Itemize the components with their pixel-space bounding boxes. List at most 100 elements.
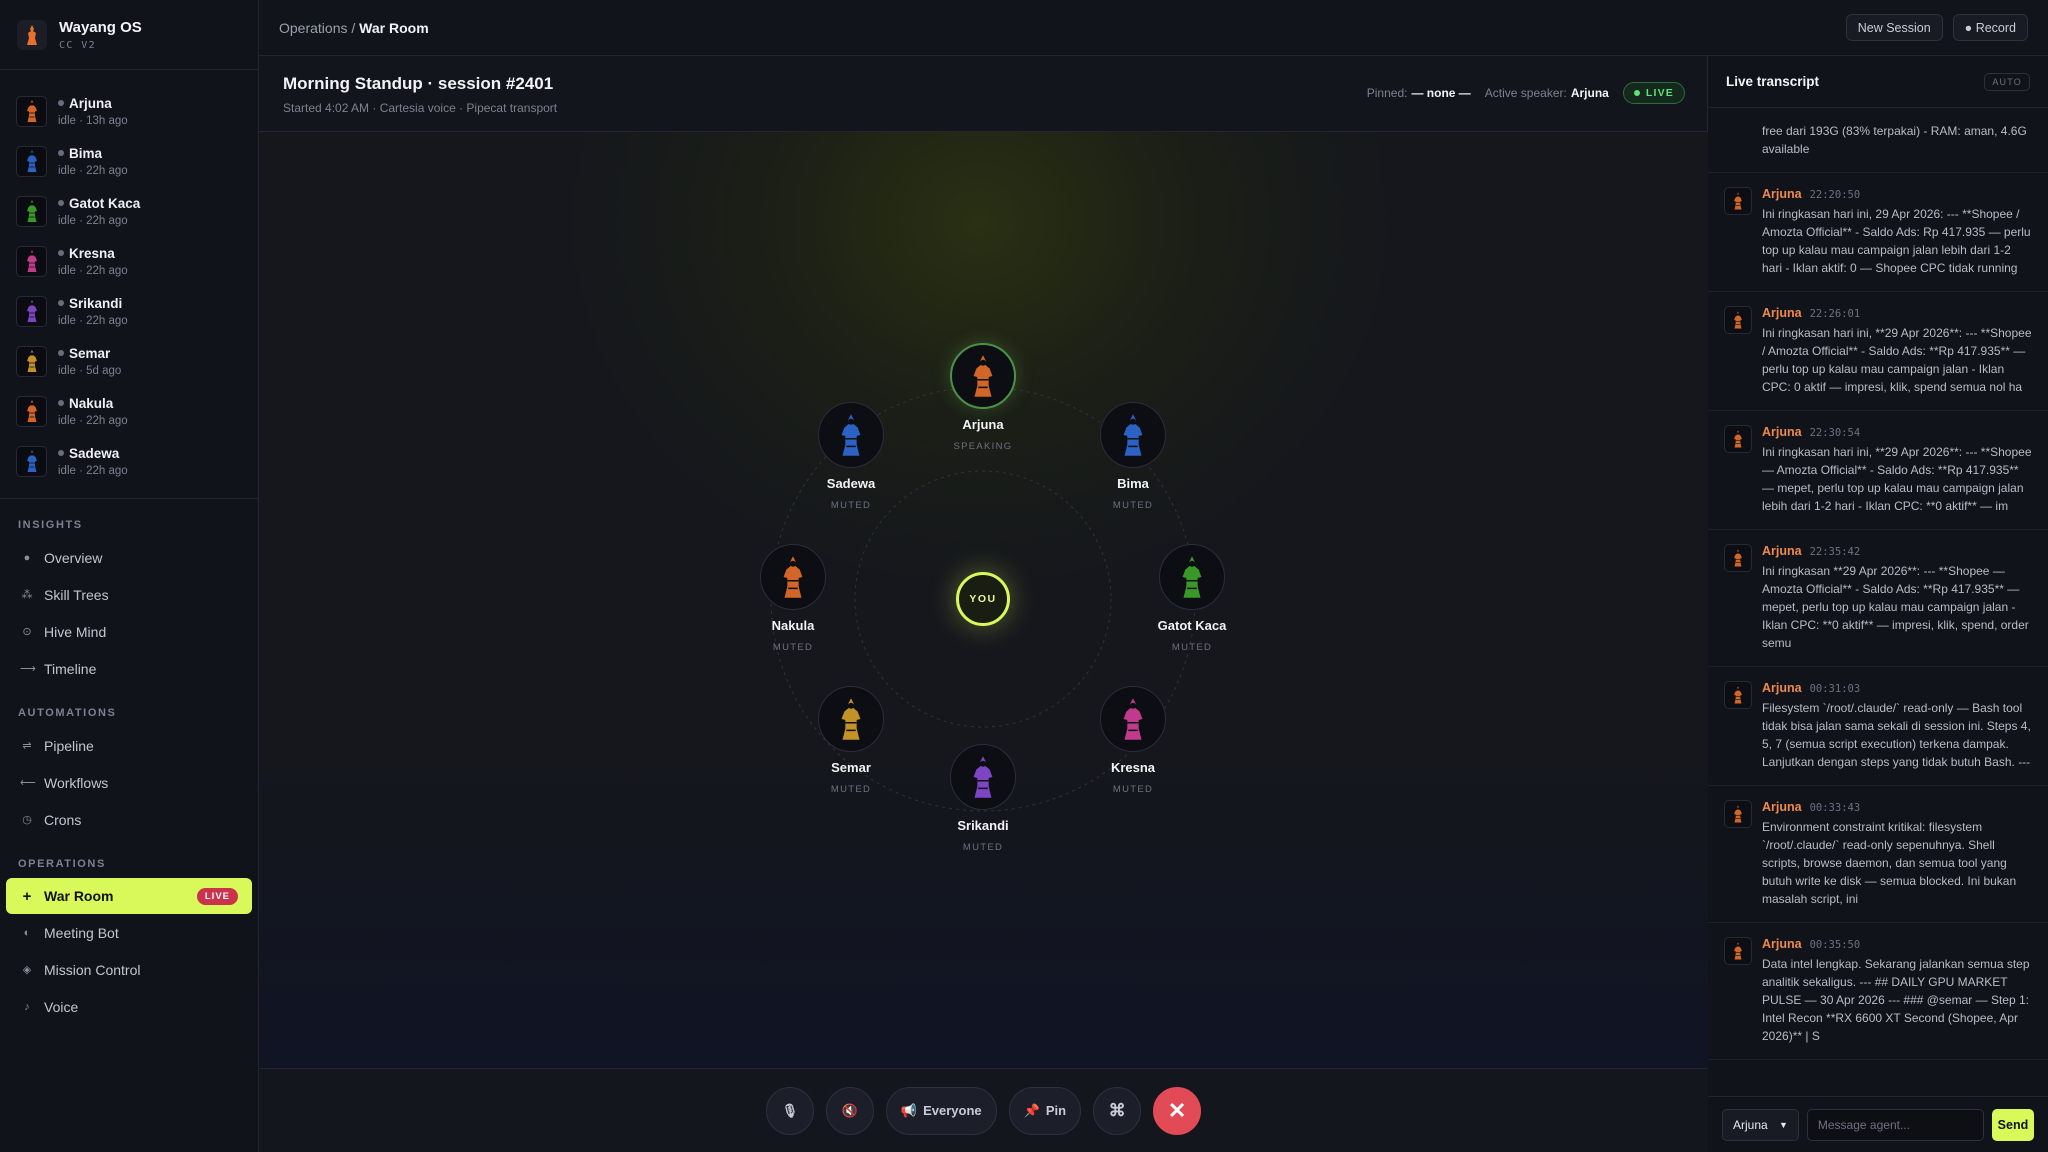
- sadewa-avatar-icon: [818, 402, 884, 468]
- seat-state: SPEAKING: [953, 441, 1013, 452]
- command-icon: ⌘: [1108, 1100, 1126, 1120]
- transcript-entry: Arjuna 00:31:03 Filesystem `/root/.claude/…: [1708, 667, 2048, 786]
- agent-item-sadewa[interactable]: Sadewa idle · 22h ago: [0, 436, 258, 486]
- megaphone-icon: 📢: [900, 1102, 918, 1118]
- seat-srikandi[interactable]: Srikandi MUTED: [918, 744, 1048, 853]
- nav-item-war-room[interactable]: + War Room LIVE: [6, 878, 252, 914]
- microphone-button[interactable]: 🎙: [765, 1086, 814, 1135]
- status-dot: [58, 150, 64, 156]
- topbar: Operations / War Room New Session ● Reco…: [259, 0, 2048, 56]
- breadcrumb-parent[interactable]: Operations /: [279, 20, 355, 36]
- agent-status: idle · 13h ago: [58, 114, 128, 127]
- agent-item-srikandi[interactable]: Srikandi idle · 22h ago: [0, 286, 258, 336]
- transcript-text: Ini ringkasan hari ini, 29 Apr 2026: ---…: [1762, 207, 2031, 275]
- pinned-value: — none —: [1411, 86, 1471, 100]
- gatot-kaca-avatar-icon: [1159, 544, 1225, 610]
- clock-icon: ◷: [22, 814, 32, 826]
- seat-state: MUTED: [830, 500, 872, 511]
- you-seat: YOU: [956, 572, 1010, 626]
- nav-item-skill-trees[interactable]: ⁂ Skill Trees: [0, 576, 258, 613]
- agent-item-kresna[interactable]: Kresna idle · 22h ago: [0, 236, 258, 286]
- arjuna-avatar-icon: [16, 95, 47, 127]
- transcript-text: Ini ringkasan **29 Apr 2026**: --- **Sho…: [1762, 564, 2029, 650]
- agent-item-bima[interactable]: Bima idle · 22h ago: [0, 136, 258, 186]
- timeline-icon: ⟶: [20, 663, 36, 675]
- nakula-avatar-icon: [760, 544, 826, 610]
- seat-state: MUTED: [772, 642, 814, 653]
- transcript-text: Filesystem `/root/.claude/` read-only — …: [1762, 701, 2031, 769]
- plus-icon: +: [22, 887, 32, 905]
- transcript-list[interactable]: free dari 193G (83% terpakai) - RAM: ama…: [1708, 108, 2048, 1096]
- transcript-text: Ini ringkasan hari ini, **29 Apr 2026**:…: [1762, 326, 2032, 394]
- transcript-time: 22:35:42: [1809, 546, 1861, 558]
- record-button[interactable]: ● Record: [1952, 14, 2028, 41]
- transcript-text: free dari 193G (83% terpakai) - RAM: ama…: [1708, 108, 2048, 173]
- transcript-entry: Arjuna 22:20:50 Ini ringkasan hari ini, 29…: [1708, 173, 2048, 292]
- seat-semar[interactable]: Semar MUTED: [786, 686, 916, 795]
- nav-item-voice[interactable]: ♪ Voice: [0, 988, 258, 1025]
- command-button[interactable]: ⌘: [1093, 1086, 1142, 1135]
- agent-name: Arjuna: [69, 95, 112, 111]
- arjuna-avatar-icon: [1724, 681, 1752, 709]
- nav-item-workflows[interactable]: ⟵ Workflows: [0, 764, 258, 801]
- live-dot-icon: [1633, 90, 1640, 96]
- agent-select[interactable]: Arjuna ▼: [1722, 1108, 1799, 1141]
- semar-avatar-icon: [16, 345, 47, 377]
- new-session-button[interactable]: New Session: [1845, 14, 1943, 41]
- overview-icon: ●: [23, 551, 31, 564]
- send-button[interactable]: Send: [1991, 1108, 2034, 1141]
- nakula-avatar-icon: [16, 395, 47, 427]
- arjuna-avatar-icon: [1724, 544, 1752, 572]
- seat-kresna[interactable]: Kresna MUTED: [1068, 686, 1198, 795]
- speaker-muted-icon: 🔇: [841, 1102, 859, 1118]
- nav-item-meeting-bot[interactable]: ◐ Meeting Bot: [0, 914, 258, 951]
- arjuna-avatar-icon: [950, 343, 1016, 409]
- seat-arjuna[interactable]: Arjuna SPEAKING: [918, 343, 1048, 452]
- seat-gatot-kaca[interactable]: Gatot Kaca MUTED: [1127, 544, 1257, 653]
- seat-bima[interactable]: Bima MUTED: [1068, 402, 1198, 511]
- agent-status: idle · 22h ago: [58, 264, 128, 277]
- message-input[interactable]: [1806, 1108, 1984, 1141]
- srikandi-avatar-icon: [16, 295, 47, 327]
- srikandi-avatar-icon: [950, 744, 1016, 810]
- status-dot: [58, 100, 64, 106]
- nav-item-timeline[interactable]: ⟶ Timeline: [0, 650, 258, 687]
- agent-name: Gatot Kaca: [69, 195, 141, 211]
- nav-item-pipeline[interactable]: ⇌ Pipeline: [0, 727, 258, 764]
- brand-subtitle: CC V2: [59, 39, 97, 51]
- music-note-icon: ♪: [24, 1000, 30, 1013]
- auto-scroll-toggle[interactable]: AUTO: [1984, 72, 2030, 91]
- kresna-avatar-icon: [1100, 686, 1166, 752]
- nav-item-mission-control[interactable]: ◈ Mission Control: [0, 951, 258, 988]
- speaker-mute-button[interactable]: 🔇: [825, 1086, 874, 1135]
- hive-icon: ⊙: [22, 626, 32, 638]
- everyone-button[interactable]: 📢 Everyone: [885, 1086, 997, 1135]
- nav-item-overview[interactable]: ● Overview: [0, 539, 258, 576]
- arjuna-avatar-icon: [1724, 425, 1752, 453]
- transcript-entry: Arjuna 22:30:54 Ini ringkasan hari ini, **…: [1708, 411, 2048, 530]
- agent-item-semar[interactable]: Semar idle · 5d ago: [0, 336, 258, 386]
- seat-sadewa[interactable]: Sadewa MUTED: [786, 402, 916, 511]
- transcript-time: 00:35:50: [1809, 939, 1861, 951]
- microphone-icon: 🎙: [781, 1102, 799, 1118]
- transcript-title: Live transcript: [1726, 74, 1820, 89]
- seat-nakula[interactable]: Nakula MUTED: [728, 544, 858, 653]
- pipeline-icon: ⇌: [22, 740, 32, 752]
- agent-item-nakula[interactable]: Nakula idle · 22h ago: [0, 386, 258, 436]
- nav-item-hive-mind[interactable]: ⊙ Hive Mind: [0, 613, 258, 650]
- seat-name: Arjuna: [962, 417, 1004, 432]
- pin-button[interactable]: 📌 Pin: [1008, 1086, 1082, 1135]
- brand-title: Wayang OS: [59, 18, 142, 36]
- status-dot: [58, 300, 64, 306]
- agent-status: idle · 5d ago: [58, 364, 122, 377]
- nav-section-insights: INSIGHTS: [18, 519, 83, 531]
- diamond-icon: ◈: [22, 964, 32, 976]
- nav-item-crons[interactable]: ◷ Crons: [0, 801, 258, 838]
- app-window: Wayang OS CC V2 Arjuna idle · 13h ago Bim…: [0, 0, 2048, 1152]
- active-speaker-value: Arjuna: [1570, 86, 1609, 100]
- agent-item-gatot-kaca[interactable]: Gatot Kaca idle · 22h ago: [0, 186, 258, 236]
- agent-name: Srikandi: [69, 295, 123, 311]
- agent-item-arjuna[interactable]: Arjuna idle · 13h ago: [0, 86, 258, 136]
- end-call-button[interactable]: ✕: [1153, 1086, 1202, 1135]
- transcript-time: 00:31:03: [1809, 683, 1861, 695]
